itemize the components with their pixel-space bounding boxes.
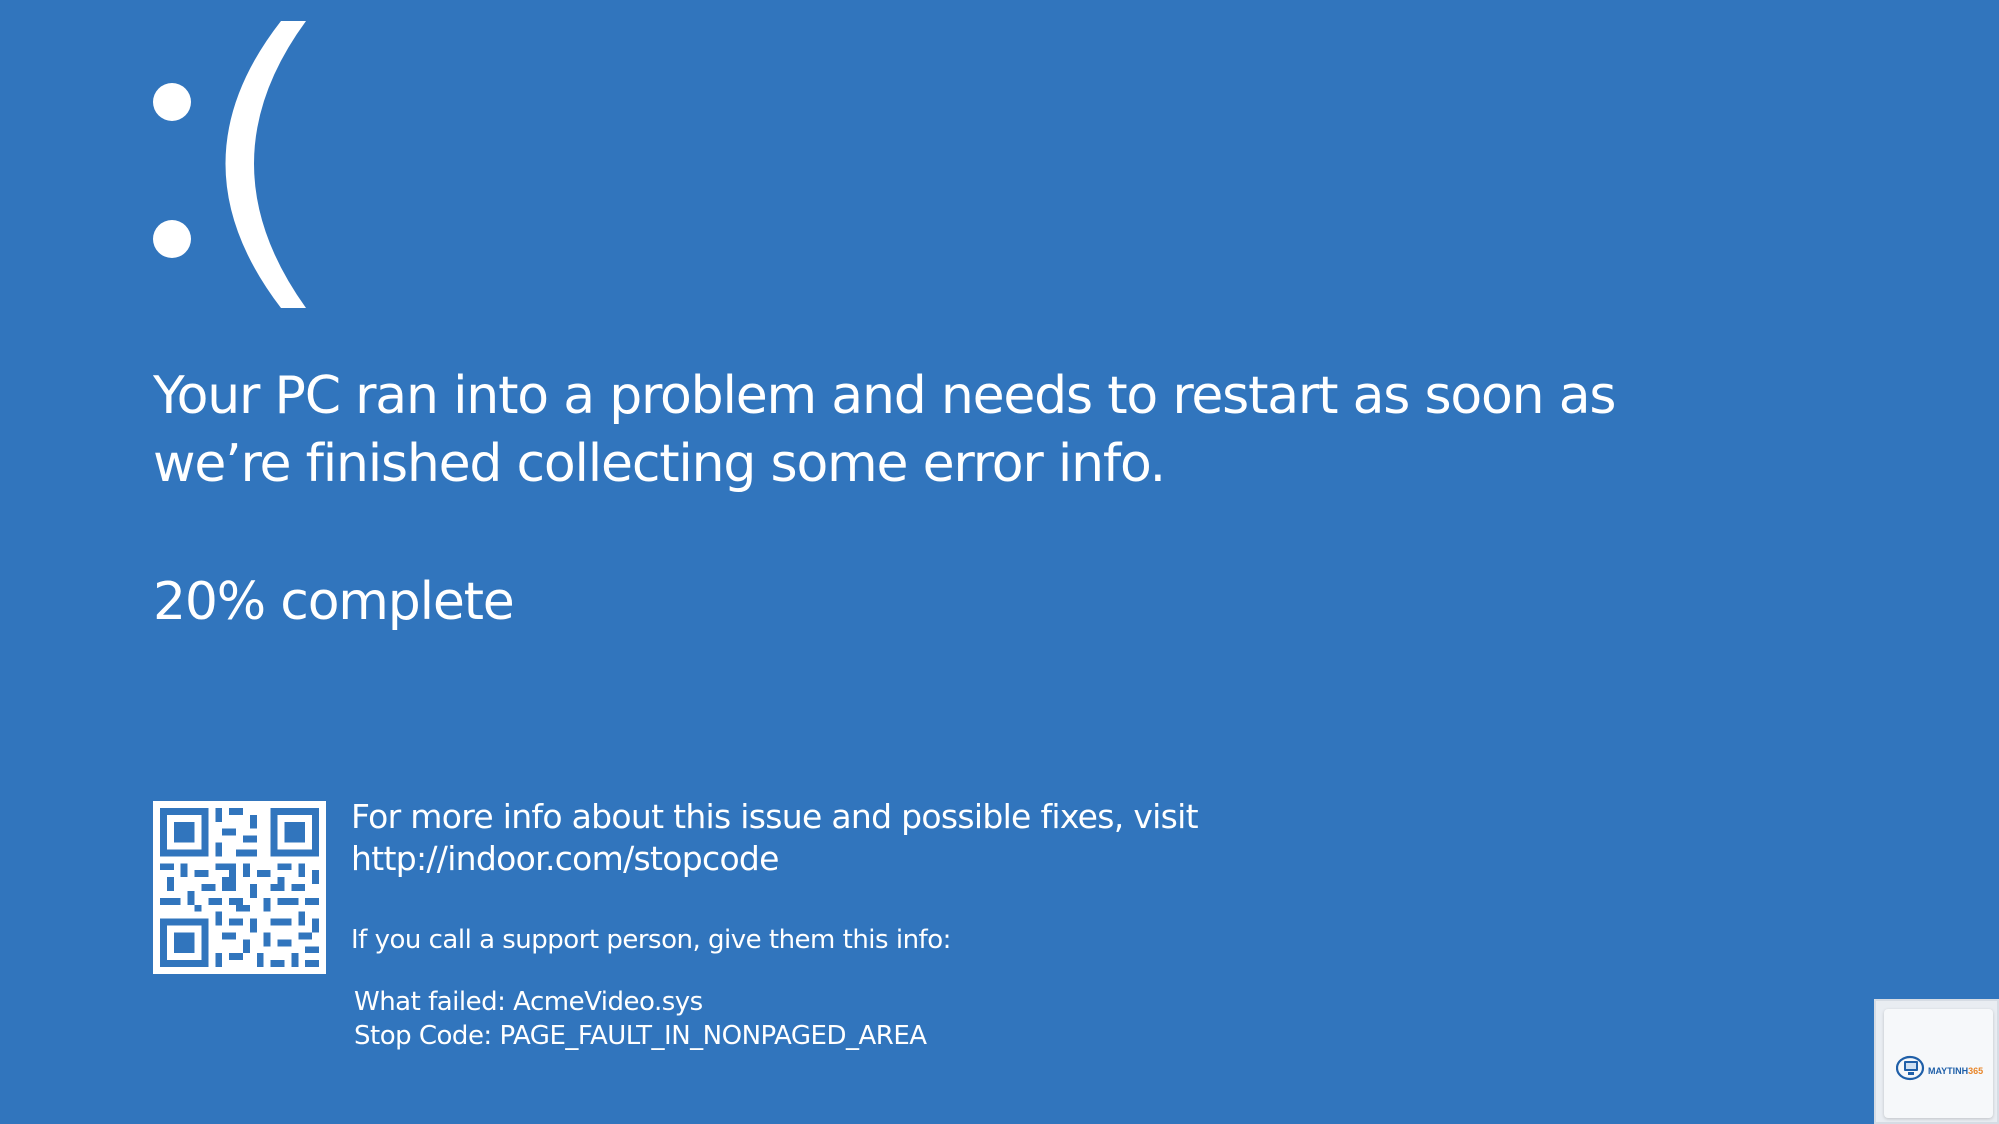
watermark-logo: MAYTINH365 xyxy=(1874,999,1999,1124)
more-info-line: For more info about this issue and possi… xyxy=(351,797,1199,836)
error-details: What failed: AcmeVideo.sys Stop Code: PA… xyxy=(354,985,1351,1053)
watermark-brand: MAYTINH365 xyxy=(1928,1066,1983,1076)
info-block: For more info about this issue and possi… xyxy=(351,796,1351,1053)
stop-code: Stop Code: PAGE_FAULT_IN_NONPAGED_AREA xyxy=(354,1021,927,1051)
what-failed: What failed: AcmeVideo.sys xyxy=(354,987,703,1017)
sad-face-icon xyxy=(153,21,306,308)
stopcode-url: http://indoor.com/stopcode xyxy=(351,839,779,878)
more-info-text: For more info about this issue and possi… xyxy=(351,796,1351,880)
computer-logo-icon xyxy=(1896,1055,1925,1081)
progress-status: 20% complete xyxy=(153,572,515,632)
watermark-brand-number: 365 xyxy=(1968,1066,1984,1076)
support-text: If you call a support person, give them … xyxy=(351,925,951,955)
error-message: Your PC ran into a problem and needs to … xyxy=(153,366,1616,494)
watermark-card: MAYTINH365 xyxy=(1884,1009,1993,1118)
qr-code-icon xyxy=(153,801,326,974)
watermark-brand-text: MAYTINH365 xyxy=(1928,1066,1984,1076)
